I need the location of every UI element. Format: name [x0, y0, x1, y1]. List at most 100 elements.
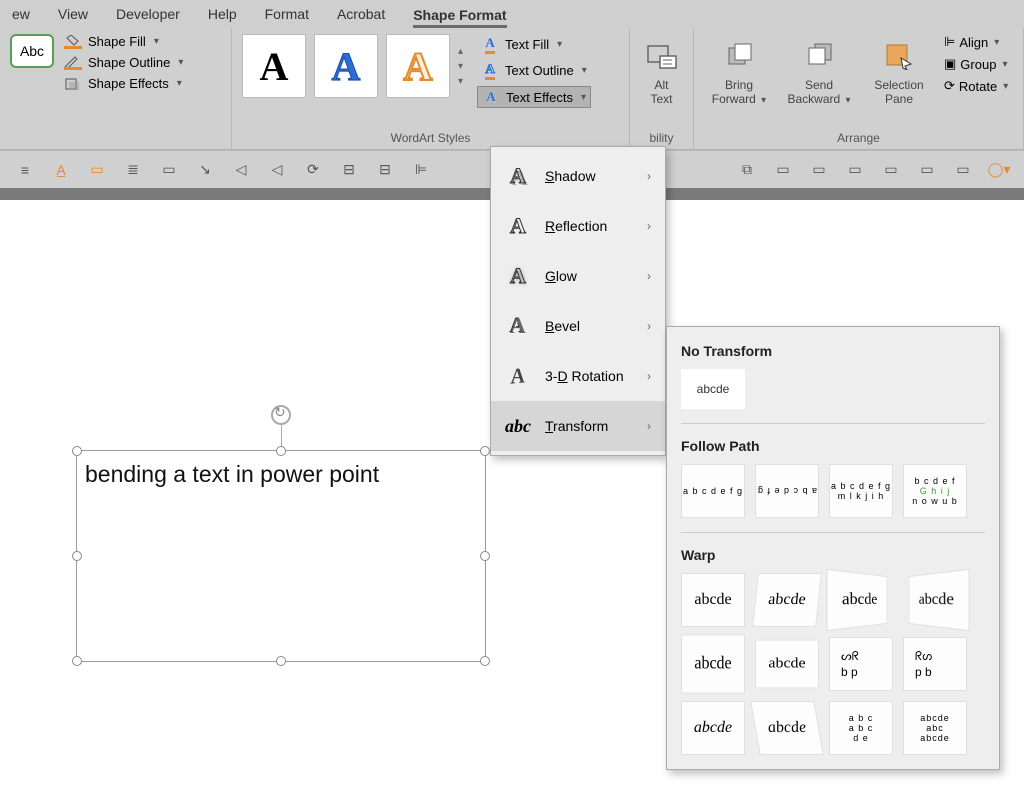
fx-shadow[interactable]: A Shadow › — [491, 151, 665, 201]
ribbon: Abc Shape Fill▾ Shape Outline▾ — [0, 28, 1024, 150]
shape-outline-button[interactable]: Shape Outline▾ — [64, 55, 183, 70]
crop-icon[interactable]: ⧉ — [736, 159, 758, 181]
dist-h-icon[interactable]: ⊟ — [338, 159, 360, 181]
alt-text-button[interactable]: Alt Text — [640, 34, 683, 106]
svg-text:ᖇᔕ: ᖇᔕ — [915, 649, 932, 663]
warp-1[interactable]: abcde — [681, 573, 745, 627]
rotate-cw-icon[interactable]: ⟳ — [302, 159, 324, 181]
rotate-icon: ⟳ — [944, 78, 955, 94]
fx-3d-label: 3-D Rotation — [545, 368, 624, 384]
rotate-button[interactable]: ⟳Rotate▾ — [944, 78, 1008, 94]
handle-tm[interactable] — [276, 446, 286, 456]
menu-format[interactable]: Format — [265, 6, 309, 22]
follow-path-button[interactable]: b c d e fG h i jn o w u b — [903, 464, 967, 518]
lines-icon[interactable]: ≣ — [122, 159, 144, 181]
wordart-style-3[interactable]: A — [386, 34, 450, 98]
menu-acrobat[interactable]: Acrobat — [337, 6, 385, 22]
chevron-down-icon: ▾ — [557, 39, 562, 50]
text-outline-button[interactable]: A Text Outline▾ — [477, 60, 591, 80]
wordart-gallery[interactable]: A A A ▴▾▾ — [242, 34, 463, 98]
text-outline-label: Text Outline — [505, 63, 574, 78]
menu-shape-format[interactable]: Shape Format — [413, 7, 506, 28]
chevron-right-icon: › — [647, 269, 651, 283]
follow-path-arch-up[interactable]: a b c d e f g — [681, 464, 745, 518]
group-button[interactable]: ▣Group▾ — [944, 56, 1008, 72]
shape3-icon[interactable]: ▭ — [844, 159, 866, 181]
selected-textbox[interactable]: bending a text in power point — [76, 450, 486, 662]
warp-9[interactable]: abcde — [681, 701, 745, 755]
text-fill-button[interactable]: A Text Fill▾ — [477, 34, 591, 54]
wordart-style-1[interactable]: A — [242, 34, 306, 98]
chevron-right-icon: › — [647, 319, 651, 333]
handle-tr[interactable] — [480, 446, 490, 456]
group-arrange: Bring Forward ▾ Send Backward ▾ Selectio… — [694, 28, 1024, 149]
warp-7[interactable]: ᔕᖇb p — [829, 637, 893, 691]
wordart-gallery-more[interactable]: ▴▾▾ — [458, 46, 463, 87]
warp-10[interactable]: abcde — [750, 701, 824, 755]
menu-help[interactable]: Help — [208, 6, 237, 22]
shape-dropdown-icon[interactable]: ◯▾ — [988, 159, 1010, 181]
shape1-icon[interactable]: ▭ — [772, 159, 794, 181]
warp-4[interactable]: abcde — [909, 569, 970, 632]
flip-h-icon[interactable]: ◁ — [230, 159, 252, 181]
border-icon[interactable]: ▭ — [158, 159, 180, 181]
menu-developer[interactable]: Developer — [116, 6, 180, 22]
shape-fill-button[interactable]: Shape Fill▾ — [64, 34, 183, 49]
fx-glow[interactable]: A Glow › — [491, 251, 665, 301]
shape4-icon[interactable]: ▭ — [880, 159, 902, 181]
bring-forward-button[interactable]: Bring Forward ▾ — [704, 34, 774, 106]
menu-review[interactable]: ew — [12, 6, 30, 22]
warp-11[interactable]: a b ca b cd e — [829, 701, 893, 755]
access-group-label: bility — [640, 127, 683, 145]
highlight-icon[interactable]: ▭ — [86, 159, 108, 181]
group-accessibility: Alt Text bility — [630, 28, 694, 149]
font-color-icon[interactable]: A̲ — [50, 159, 72, 181]
shape-style-preview[interactable]: Abc — [10, 34, 54, 68]
chevron-down-icon: ▾ — [581, 92, 586, 103]
shape5-icon[interactable]: ▭ — [916, 159, 938, 181]
warp-2[interactable]: abcde — [752, 573, 822, 627]
svg-text:p b: p b — [915, 665, 932, 679]
send-backward-button[interactable]: Send Backward ▾ — [784, 34, 854, 106]
handle-mr[interactable] — [480, 551, 490, 561]
shape-effects-button[interactable]: Shape Effects▾ — [64, 76, 183, 91]
rotate-handle[interactable] — [271, 405, 291, 425]
warp-6[interactable]: abcde — [755, 640, 819, 689]
flip-v-icon[interactable]: ◁ — [266, 159, 288, 181]
textbox-content[interactable]: bending a text in power point — [85, 461, 379, 487]
text-effects-button[interactable]: A Text Effects▾ — [477, 86, 591, 108]
warp-3[interactable]: abcde — [826, 569, 887, 632]
warp-8[interactable]: ᖇᔕ p b — [903, 637, 967, 691]
handle-bl[interactable] — [72, 656, 82, 666]
fx-3d-rotation[interactable]: A 3-D Rotation › — [491, 351, 665, 401]
handle-ml[interactable] — [72, 551, 82, 561]
alt-text-icon — [644, 38, 680, 74]
handle-bm[interactable] — [276, 656, 286, 666]
no-transform-option[interactable]: abcde — [681, 369, 745, 409]
menu-bar: ew View Developer Help Format Acrobat Sh… — [0, 0, 1024, 28]
align-left-icon[interactable]: ≡ — [14, 159, 36, 181]
chevron-down-icon: ▾ — [178, 57, 183, 68]
handle-br[interactable] — [480, 656, 490, 666]
dist-v-icon[interactable]: ⊟ — [374, 159, 396, 181]
fx-reflection[interactable]: A Reflection › — [491, 201, 665, 251]
align-button[interactable]: ⊫Align▾ — [944, 34, 1008, 50]
warp-12[interactable]: abcdeabcabcde — [903, 701, 967, 755]
paint-bucket-icon — [64, 35, 82, 49]
wordart-style-2[interactable]: A — [314, 34, 378, 98]
handle-tl[interactable] — [72, 446, 82, 456]
shape6-icon[interactable]: ▭ — [952, 159, 974, 181]
text-effects-label: Text Effects — [506, 90, 573, 105]
follow-path-arch-down[interactable]: a b c d e f g — [755, 464, 819, 518]
align-edge-icon[interactable]: ⊫ — [410, 159, 432, 181]
shape2-icon[interactable]: ▭ — [808, 159, 830, 181]
arrow1-icon[interactable]: ↘ — [194, 159, 216, 181]
menu-view[interactable]: View — [58, 6, 88, 22]
follow-path-circle[interactable]: a b c d e f gm l k j i h — [829, 464, 893, 518]
send-backward-icon — [801, 38, 837, 74]
fx-bevel[interactable]: A Bevel › — [491, 301, 665, 351]
warp-5[interactable]: abcde — [681, 634, 745, 693]
chevron-down-icon: ▾ — [177, 78, 182, 89]
selection-pane-button[interactable]: Selection Pane — [864, 34, 934, 106]
fx-transform[interactable]: abc Transform › — [491, 401, 665, 451]
